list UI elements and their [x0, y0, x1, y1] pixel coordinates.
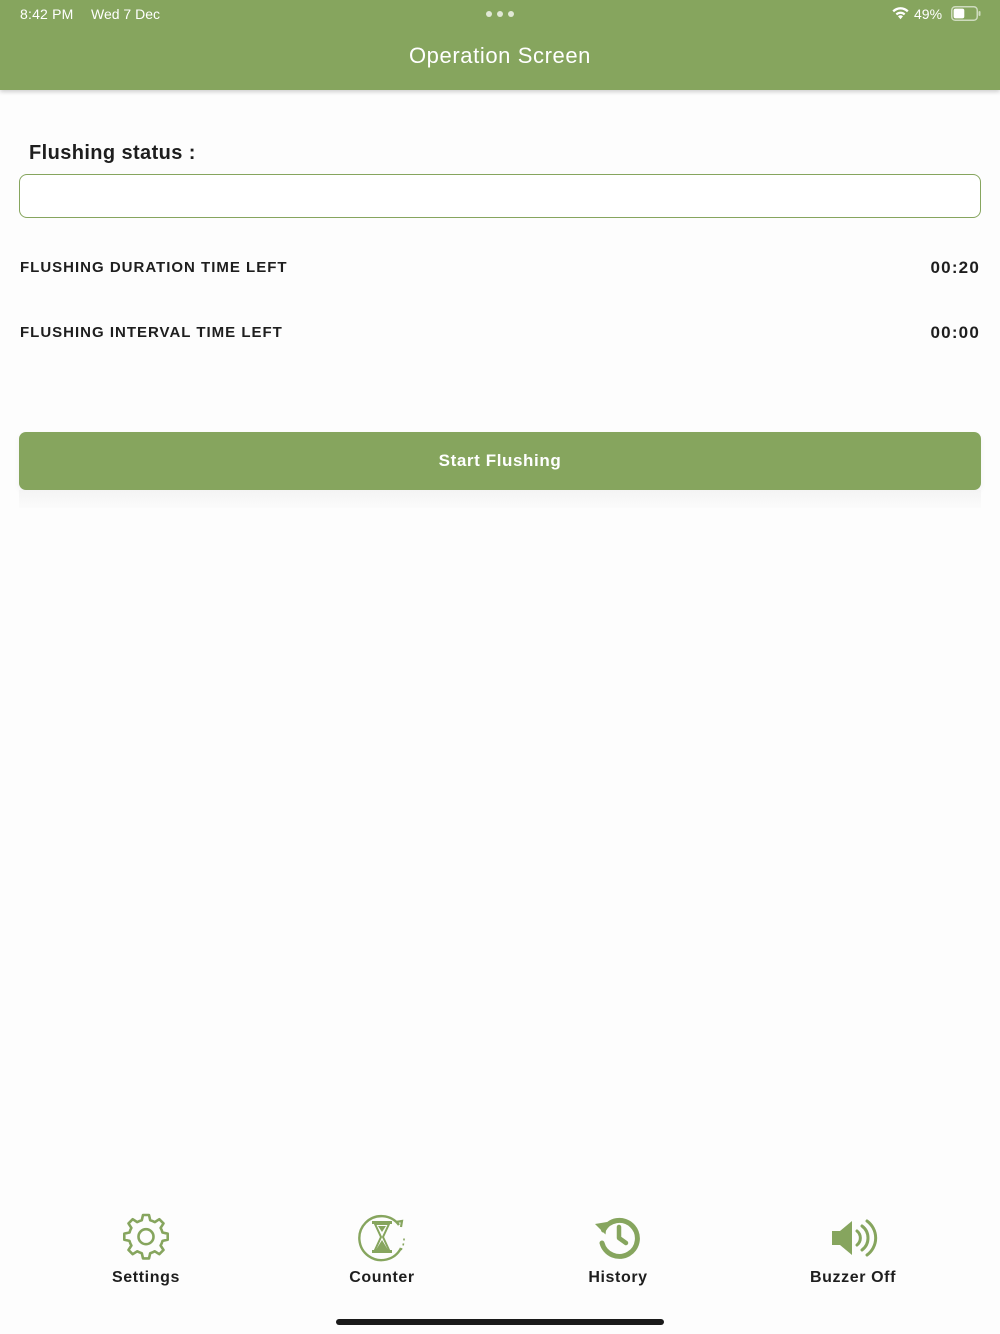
button-shadow [19, 490, 981, 508]
speaker-icon [832, 1219, 878, 1257]
nav-label: History [588, 1269, 648, 1286]
battery-icon [951, 6, 981, 21]
nav-label: Counter [349, 1269, 415, 1286]
battery-percentage: 49% [914, 6, 943, 22]
multitasking-dots-icon[interactable] [486, 11, 514, 17]
duration-time-left-value: 00:20 [930, 258, 980, 277]
interval-time-left-label: FLUSHING INTERVAL TIME LEFT [20, 324, 283, 341]
nav-settings[interactable]: Settings [66, 1210, 226, 1300]
status-time: 8:42 PM [20, 6, 74, 22]
start-flushing-button[interactable]: Start Flushing [19, 432, 981, 490]
nav-history[interactable]: History [538, 1210, 698, 1300]
app-header: 8:42 PM Wed 7 Dec 49% Operation Screen [0, 0, 1000, 90]
nav-counter[interactable]: Counter [302, 1210, 462, 1300]
history-icon [595, 1217, 640, 1259]
status-date: Wed 7 Dec [91, 6, 160, 22]
nav-label: Settings [112, 1269, 180, 1286]
hourglass-icon [358, 1214, 405, 1262]
gear-icon [123, 1213, 169, 1260]
operation-screen: 8:42 PM Wed 7 Dec 49% Operation Screen F… [0, 0, 1000, 1334]
nav-label: Buzzer Off [810, 1269, 896, 1286]
flushing-status-label: Flushing status : [29, 142, 196, 164]
flushing-status-field[interactable] [19, 174, 981, 218]
home-indicator[interactable] [336, 1319, 664, 1325]
interval-time-left-value: 00:00 [930, 323, 980, 342]
nav-buzzer-off[interactable]: Buzzer Off [773, 1210, 933, 1300]
duration-time-left-label: FLUSHING DURATION TIME LEFT [20, 259, 288, 276]
wifi-icon [892, 7, 909, 20]
page-title: Operation Screen [408, 43, 592, 68]
